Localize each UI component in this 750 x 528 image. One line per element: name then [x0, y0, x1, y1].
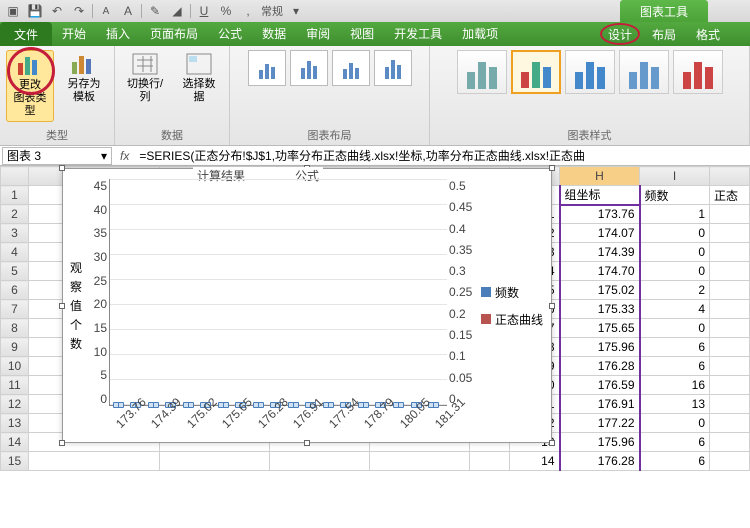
group-label-data: 数据	[161, 127, 183, 143]
resize-handle[interactable]	[549, 165, 555, 171]
select-all[interactable]	[1, 167, 29, 186]
col-header[interactable]: I	[640, 167, 710, 186]
excel-icon: ▣	[4, 2, 22, 20]
chart-layout-gallery[interactable]	[248, 50, 412, 125]
resize-handle[interactable]	[59, 303, 65, 309]
layout-option[interactable]	[290, 50, 328, 86]
file-tab[interactable]: 文件	[0, 22, 52, 46]
switch-label: 切换行/列	[125, 78, 165, 104]
worksheet-grid[interactable]: B C D E F G H I 1 计算结果 公式 组 组坐标 频数 正态 21…	[0, 166, 750, 471]
change-chart-type-button[interactable]: 更改 图表类型	[6, 50, 54, 122]
ribbon: 更改 图表类型 另存为 模板 类型 切换行/列 选择数据 数据	[0, 46, 750, 146]
chart-legend[interactable]: 频数 正态曲线	[475, 175, 545, 436]
tab-home[interactable]: 开始	[52, 21, 96, 46]
tab-page-layout[interactable]: 页面布局	[140, 21, 208, 46]
save-icon[interactable]: 💾	[26, 2, 44, 20]
y-axis-title-left: 观察值个数	[69, 175, 83, 436]
embedded-chart[interactable]: 计算结果公式 观察值个数 454035302520151050 173.7617…	[62, 168, 552, 443]
legend-item: 频数	[481, 284, 545, 301]
dropdown-icon[interactable]: ▾	[101, 149, 107, 163]
undo-icon[interactable]: ↶	[48, 2, 66, 20]
formula-input[interactable]: =SERIES(正态分布!$J$1,功率分布正态曲线.xlsx!坐标,功率分布正…	[135, 147, 750, 164]
style-option[interactable]	[673, 50, 723, 94]
resize-handle[interactable]	[304, 440, 310, 446]
tab-design[interactable]: 设计	[598, 22, 642, 46]
resize-handle[interactable]	[549, 440, 555, 446]
layout-option[interactable]	[248, 50, 286, 86]
layout-option[interactable]	[332, 50, 370, 86]
number-format[interactable]: 常规	[261, 2, 283, 20]
template-icon	[70, 52, 98, 76]
layout-option[interactable]	[374, 50, 412, 86]
ribbon-group-style: 图表样式	[430, 46, 750, 145]
x-axis-labels: 173.76174.39175.02175.65176.28176.91177.…	[110, 421, 447, 435]
col-header-selected[interactable]: H	[560, 167, 640, 186]
tab-formulas[interactable]: 公式	[208, 21, 252, 46]
legend-item: 正态曲线	[481, 311, 545, 328]
chart-style-gallery[interactable]	[457, 50, 723, 125]
chart-tools-context: 图表工具 设计 布局 格式	[598, 0, 730, 46]
style-option[interactable]	[619, 50, 669, 94]
fx-icon[interactable]: fx	[114, 149, 135, 163]
group-label-layout: 图表布局	[308, 127, 352, 143]
chart-bars	[110, 179, 447, 405]
ribbon-group-type: 更改 图表类型 另存为 模板 类型	[0, 46, 115, 145]
tab-format[interactable]: 格式	[686, 22, 730, 46]
font-decrease-icon[interactable]: A	[97, 2, 115, 20]
group-label-type: 类型	[46, 127, 68, 143]
ribbon-group-layout: 图表布局	[230, 46, 430, 145]
resize-handle[interactable]	[59, 165, 65, 171]
style-option[interactable]	[565, 50, 615, 94]
style-option[interactable]	[457, 50, 507, 94]
ribbon-tabs: 文件 开始 插入 页面布局 公式 数据 审阅 视图 开发工具 加载项 图表工具 …	[0, 22, 750, 46]
save-template-label: 另存为 模板	[68, 78, 101, 104]
name-box-value: 图表 3	[7, 147, 41, 164]
tab-data[interactable]: 数据	[252, 21, 296, 46]
style-option-selected[interactable]	[511, 50, 561, 94]
tab-layout[interactable]: 布局	[642, 22, 686, 46]
font-increase-icon[interactable]: A	[119, 2, 137, 20]
resize-handle[interactable]	[549, 303, 555, 309]
switch-icon	[131, 52, 159, 76]
underline-icon[interactable]: U	[195, 2, 213, 20]
format-painter-icon[interactable]: ✎	[146, 2, 164, 20]
select-data-label: 选择数据	[179, 78, 219, 104]
resize-handle[interactable]	[59, 440, 65, 446]
name-box[interactable]: 图表 3 ▾	[2, 147, 112, 165]
y-axis-left: 454035302520151050	[83, 175, 109, 436]
group-label-style: 图表样式	[568, 127, 612, 143]
change-chart-type-label: 更改 图表类型	[11, 79, 49, 119]
switch-row-col-button[interactable]: 切换行/列	[121, 50, 169, 106]
fill-color-icon[interactable]: ◢	[168, 2, 186, 20]
tab-insert[interactable]: 插入	[96, 21, 140, 46]
tab-view[interactable]: 视图	[340, 21, 384, 46]
tab-developer[interactable]: 开发工具	[384, 21, 452, 46]
chart-tools-label: 图表工具	[620, 0, 708, 22]
table-row[interactable]: 1514176.286	[1, 452, 750, 471]
tab-review[interactable]: 审阅	[296, 21, 340, 46]
dropdown-icon[interactable]: ▾	[287, 2, 305, 20]
select-data-button[interactable]: 选择数据	[175, 50, 223, 106]
percent-icon[interactable]: %	[217, 2, 235, 20]
formula-bar: 图表 3 ▾ fx =SERIES(正态分布!$J$1,功率分布正态曲线.xls…	[0, 146, 750, 166]
ribbon-group-data: 切换行/列 选择数据 数据	[115, 46, 230, 145]
redo-icon[interactable]: ↷	[70, 2, 88, 20]
save-as-template-button[interactable]: 另存为 模板	[60, 50, 108, 106]
tab-addins[interactable]: 加载项	[452, 21, 508, 46]
col-header[interactable]	[710, 167, 750, 186]
chart-type-icon	[16, 53, 44, 77]
comma-icon[interactable]: ,	[239, 2, 257, 20]
plot-area[interactable]: 173.76174.39175.02175.65176.28176.91177.…	[109, 179, 447, 406]
select-data-icon	[185, 52, 213, 76]
